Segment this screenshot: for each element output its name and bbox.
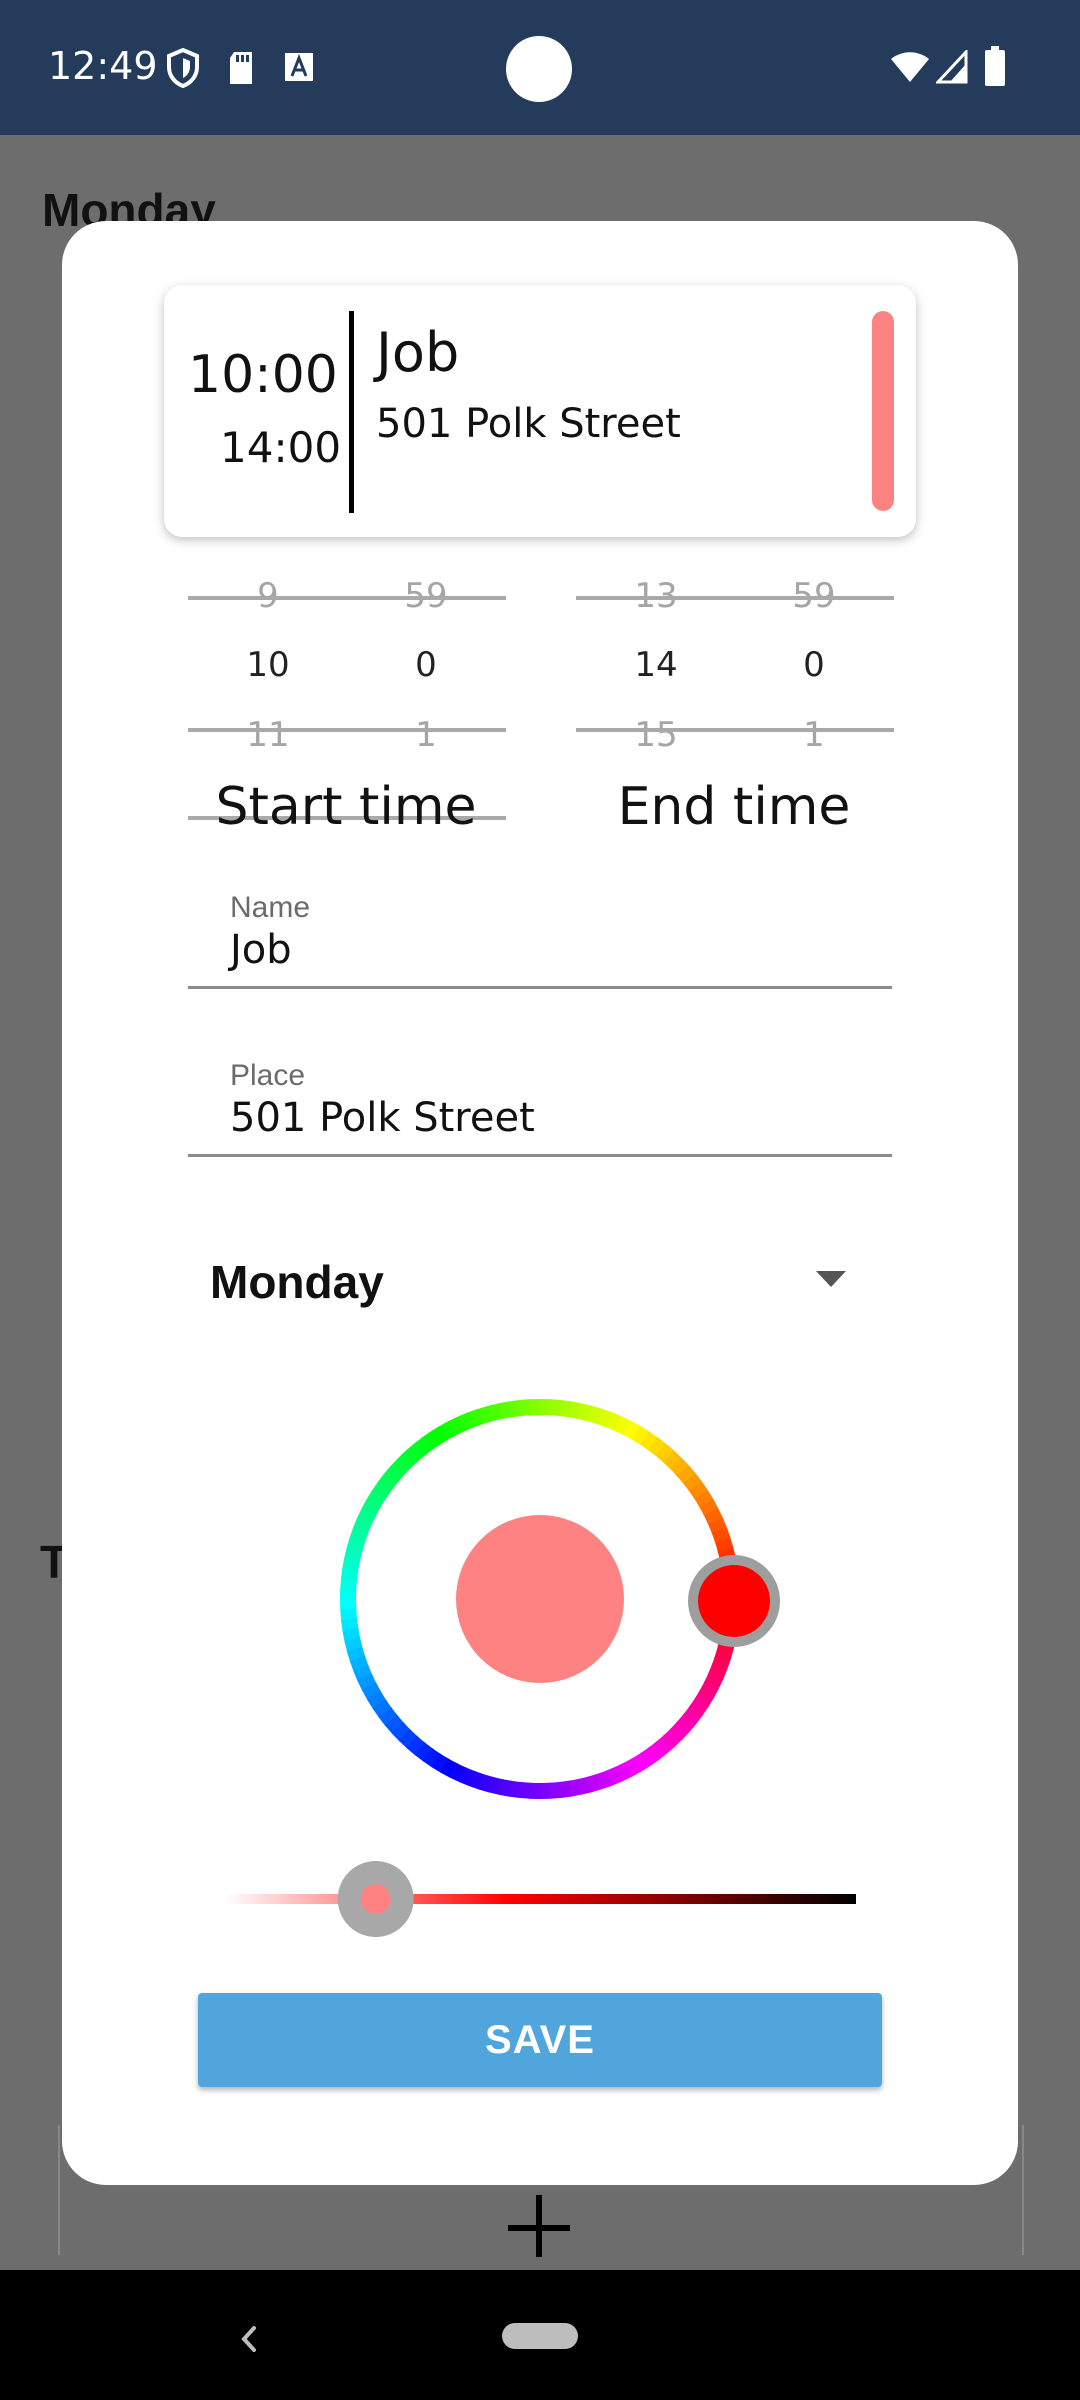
start-hour-current: 10 — [246, 645, 290, 685]
name-field[interactable]: Name Job — [188, 881, 892, 989]
start-picker-bottom-line — [188, 728, 506, 732]
preview-divider — [349, 311, 354, 513]
edit-event-dialog: 10:00 14:00 Job 501 Polk Street 9 10 11 … — [62, 221, 1018, 2185]
start-minute-current: 0 — [415, 645, 437, 685]
event-preview-card: 10:00 14:00 Job 501 Polk Street — [164, 285, 916, 537]
dropdown-arrow-icon — [816, 1271, 846, 1292]
place-field-label: Place — [230, 1059, 306, 1092]
place-field-value[interactable]: 501 Polk Street — [230, 1095, 535, 1141]
status-bar: 12:49 — [0, 0, 1080, 135]
home-pill[interactable] — [502, 2323, 578, 2349]
wifi-icon — [890, 50, 930, 89]
hue-thumb[interactable] — [698, 1565, 770, 1637]
shield-icon — [166, 47, 200, 93]
end-picker-top-line — [576, 596, 894, 600]
a-icon — [284, 52, 314, 87]
hue-ring[interactable] — [340, 1399, 740, 1799]
lightness-thumb[interactable] — [360, 1884, 391, 1914]
selected-color-preview — [456, 1515, 624, 1683]
preview-end-time: 14:00 — [220, 423, 342, 472]
save-button[interactable]: SAVE — [198, 1993, 882, 2087]
start-hour-next: 11 — [246, 715, 290, 755]
end-time-label: End time — [617, 777, 851, 837]
battery-icon — [984, 46, 1006, 91]
start-minute-next: 1 — [415, 715, 437, 755]
plus-icon — [508, 2195, 570, 2257]
name-field-underline — [188, 986, 892, 989]
place-field-underline — [188, 1154, 892, 1157]
day-dropdown-value: Monday — [210, 1256, 384, 1308]
lightness-slider-track[interactable] — [224, 1894, 856, 1904]
day-dropdown[interactable]: Monday — [188, 1231, 892, 1331]
start-picker-top-line — [188, 596, 506, 600]
end-minute-next: 1 — [803, 715, 825, 755]
end-minute-current: 0 — [803, 645, 825, 685]
end-hour-current: 14 — [634, 645, 678, 685]
sd-card-icon — [226, 50, 256, 91]
preview-name: Job — [376, 321, 460, 384]
place-field[interactable]: Place 501 Polk Street — [188, 1049, 892, 1157]
status-time: 12:49 — [48, 44, 158, 88]
end-hour-next: 15 — [634, 715, 678, 755]
start-time-label: Start time — [215, 777, 477, 837]
back-icon[interactable] — [236, 2322, 260, 2361]
preview-place: 501 Polk Street — [376, 401, 681, 447]
preview-start-time: 10:00 — [188, 345, 338, 405]
preview-color-bar — [872, 311, 894, 511]
name-field-value[interactable]: Job — [230, 927, 292, 973]
camera-cutout — [506, 36, 572, 102]
name-field-label: Name — [230, 891, 311, 924]
end-picker-bottom-line — [576, 728, 894, 732]
signal-icon — [934, 48, 968, 89]
